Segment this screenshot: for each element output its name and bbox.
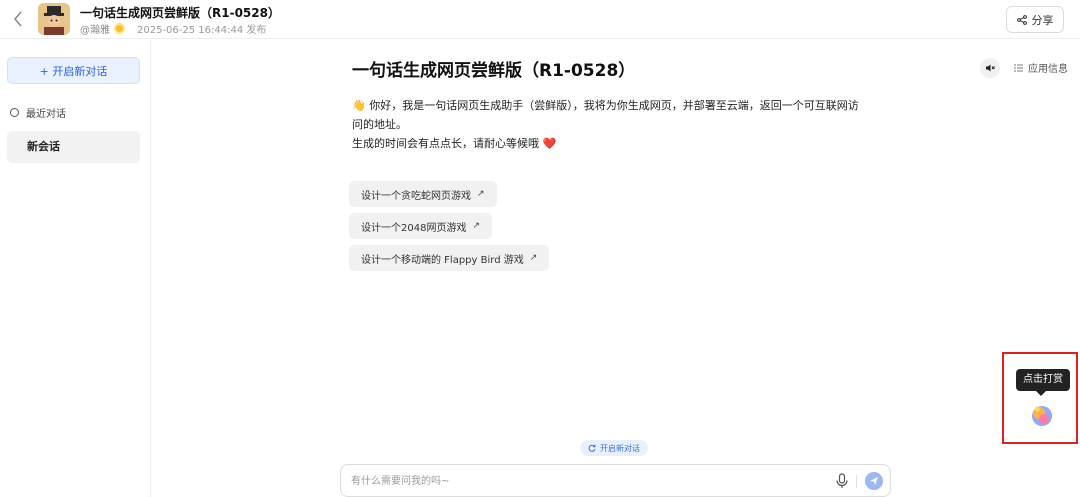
clock-icon bbox=[10, 108, 19, 117]
recent-chats-label: 最近对话 bbox=[26, 109, 66, 120]
author-name: @瀚雅 bbox=[80, 25, 110, 36]
reward-tooltip: 点击打赏 bbox=[1016, 369, 1070, 396]
suggestion-label: 设计一个贪吃蛇网页游戏 bbox=[361, 190, 471, 202]
message-input[interactable] bbox=[351, 473, 811, 489]
top-bar: 一句话生成网页尝鲜版（R1-0528） @瀚雅 2025-06-25 16:44… bbox=[0, 0, 1080, 39]
reward-icon[interactable] bbox=[1028, 402, 1054, 428]
app-title: 一句话生成网页尝鲜版（R1-0528） bbox=[80, 6, 280, 20]
sidebar: + 开启新对话 最近对话 新会话 bbox=[0, 40, 151, 497]
microphone-icon[interactable] bbox=[835, 473, 849, 489]
suggestion-flappy-bird[interactable]: 设计一个移动端的 Flappy Bird 游戏 ↗ bbox=[349, 245, 550, 271]
publish-date: 2025-06-25 16:44:44 发布 bbox=[137, 25, 267, 36]
message-input-box bbox=[340, 464, 891, 497]
send-button[interactable] bbox=[865, 472, 883, 490]
mute-speaker-icon[interactable] bbox=[980, 58, 1000, 78]
chat-title: 一句话生成网页尝鲜版（R1-0528） bbox=[352, 61, 636, 81]
app-avatar bbox=[38, 3, 70, 35]
sun-badge-icon bbox=[114, 23, 125, 34]
greeting-line-1: 👋 你好，我是一句话网页生成助手（尝鲜版），我将为你生成网页，并部署至云端，返回… bbox=[352, 99, 859, 112]
chevron-left-icon[interactable] bbox=[12, 9, 28, 29]
recent-chats-header: 最近对话 bbox=[10, 105, 66, 120]
app-info-label: 应用信息 bbox=[1028, 64, 1068, 75]
arrow-up-right-icon: ↗ bbox=[529, 253, 538, 263]
greeting-line-3: 生成的时间会有点点长，请耐心等候哦 ❤️ bbox=[352, 137, 557, 150]
list-icon bbox=[1014, 64, 1023, 71]
chat-main: 一句话生成网页尝鲜版（R1-0528） 应用信息 👋 你好，我是一句话网页生成助… bbox=[152, 40, 1080, 497]
greeting-line-2: 问的地址。 bbox=[352, 118, 407, 131]
arrow-up-right-icon: ↗ bbox=[472, 221, 480, 231]
send-icon bbox=[870, 477, 878, 485]
new-chat-pill-button[interactable]: 开启新对话 bbox=[580, 440, 648, 456]
highlight-box bbox=[1002, 352, 1078, 444]
suggestion-2048-game[interactable]: 设计一个2048网页游戏 ↗ bbox=[349, 213, 492, 239]
share-icon bbox=[1016, 14, 1027, 25]
suggestion-snake-game[interactable]: 设计一个贪吃蛇网页游戏 ↗ bbox=[349, 181, 497, 207]
publish-meta: @瀚雅 2025-06-25 16:44:44 发布 bbox=[80, 21, 266, 36]
app-info-button[interactable]: 应用信息 bbox=[1014, 60, 1068, 75]
arrow-up-right-icon: ↗ bbox=[477, 189, 485, 199]
share-label: 分享 bbox=[1031, 13, 1054, 27]
share-button[interactable]: 分享 bbox=[1006, 6, 1064, 33]
greeting-message: 👋 你好，我是一句话网页生成助手（尝鲜版），我将为你生成网页，并部署至云端，返回… bbox=[352, 96, 892, 153]
new-chat-button[interactable]: + 开启新对话 bbox=[7, 57, 140, 84]
new-chat-pill-label: 开启新对话 bbox=[600, 443, 640, 453]
refresh-icon bbox=[588, 444, 596, 452]
input-divider bbox=[856, 475, 857, 488]
session-item-new[interactable]: 新会话 bbox=[7, 131, 140, 163]
suggestion-label: 设计一个移动端的 Flappy Bird 游戏 bbox=[361, 254, 524, 266]
suggestion-label: 设计一个2048网页游戏 bbox=[361, 222, 467, 234]
